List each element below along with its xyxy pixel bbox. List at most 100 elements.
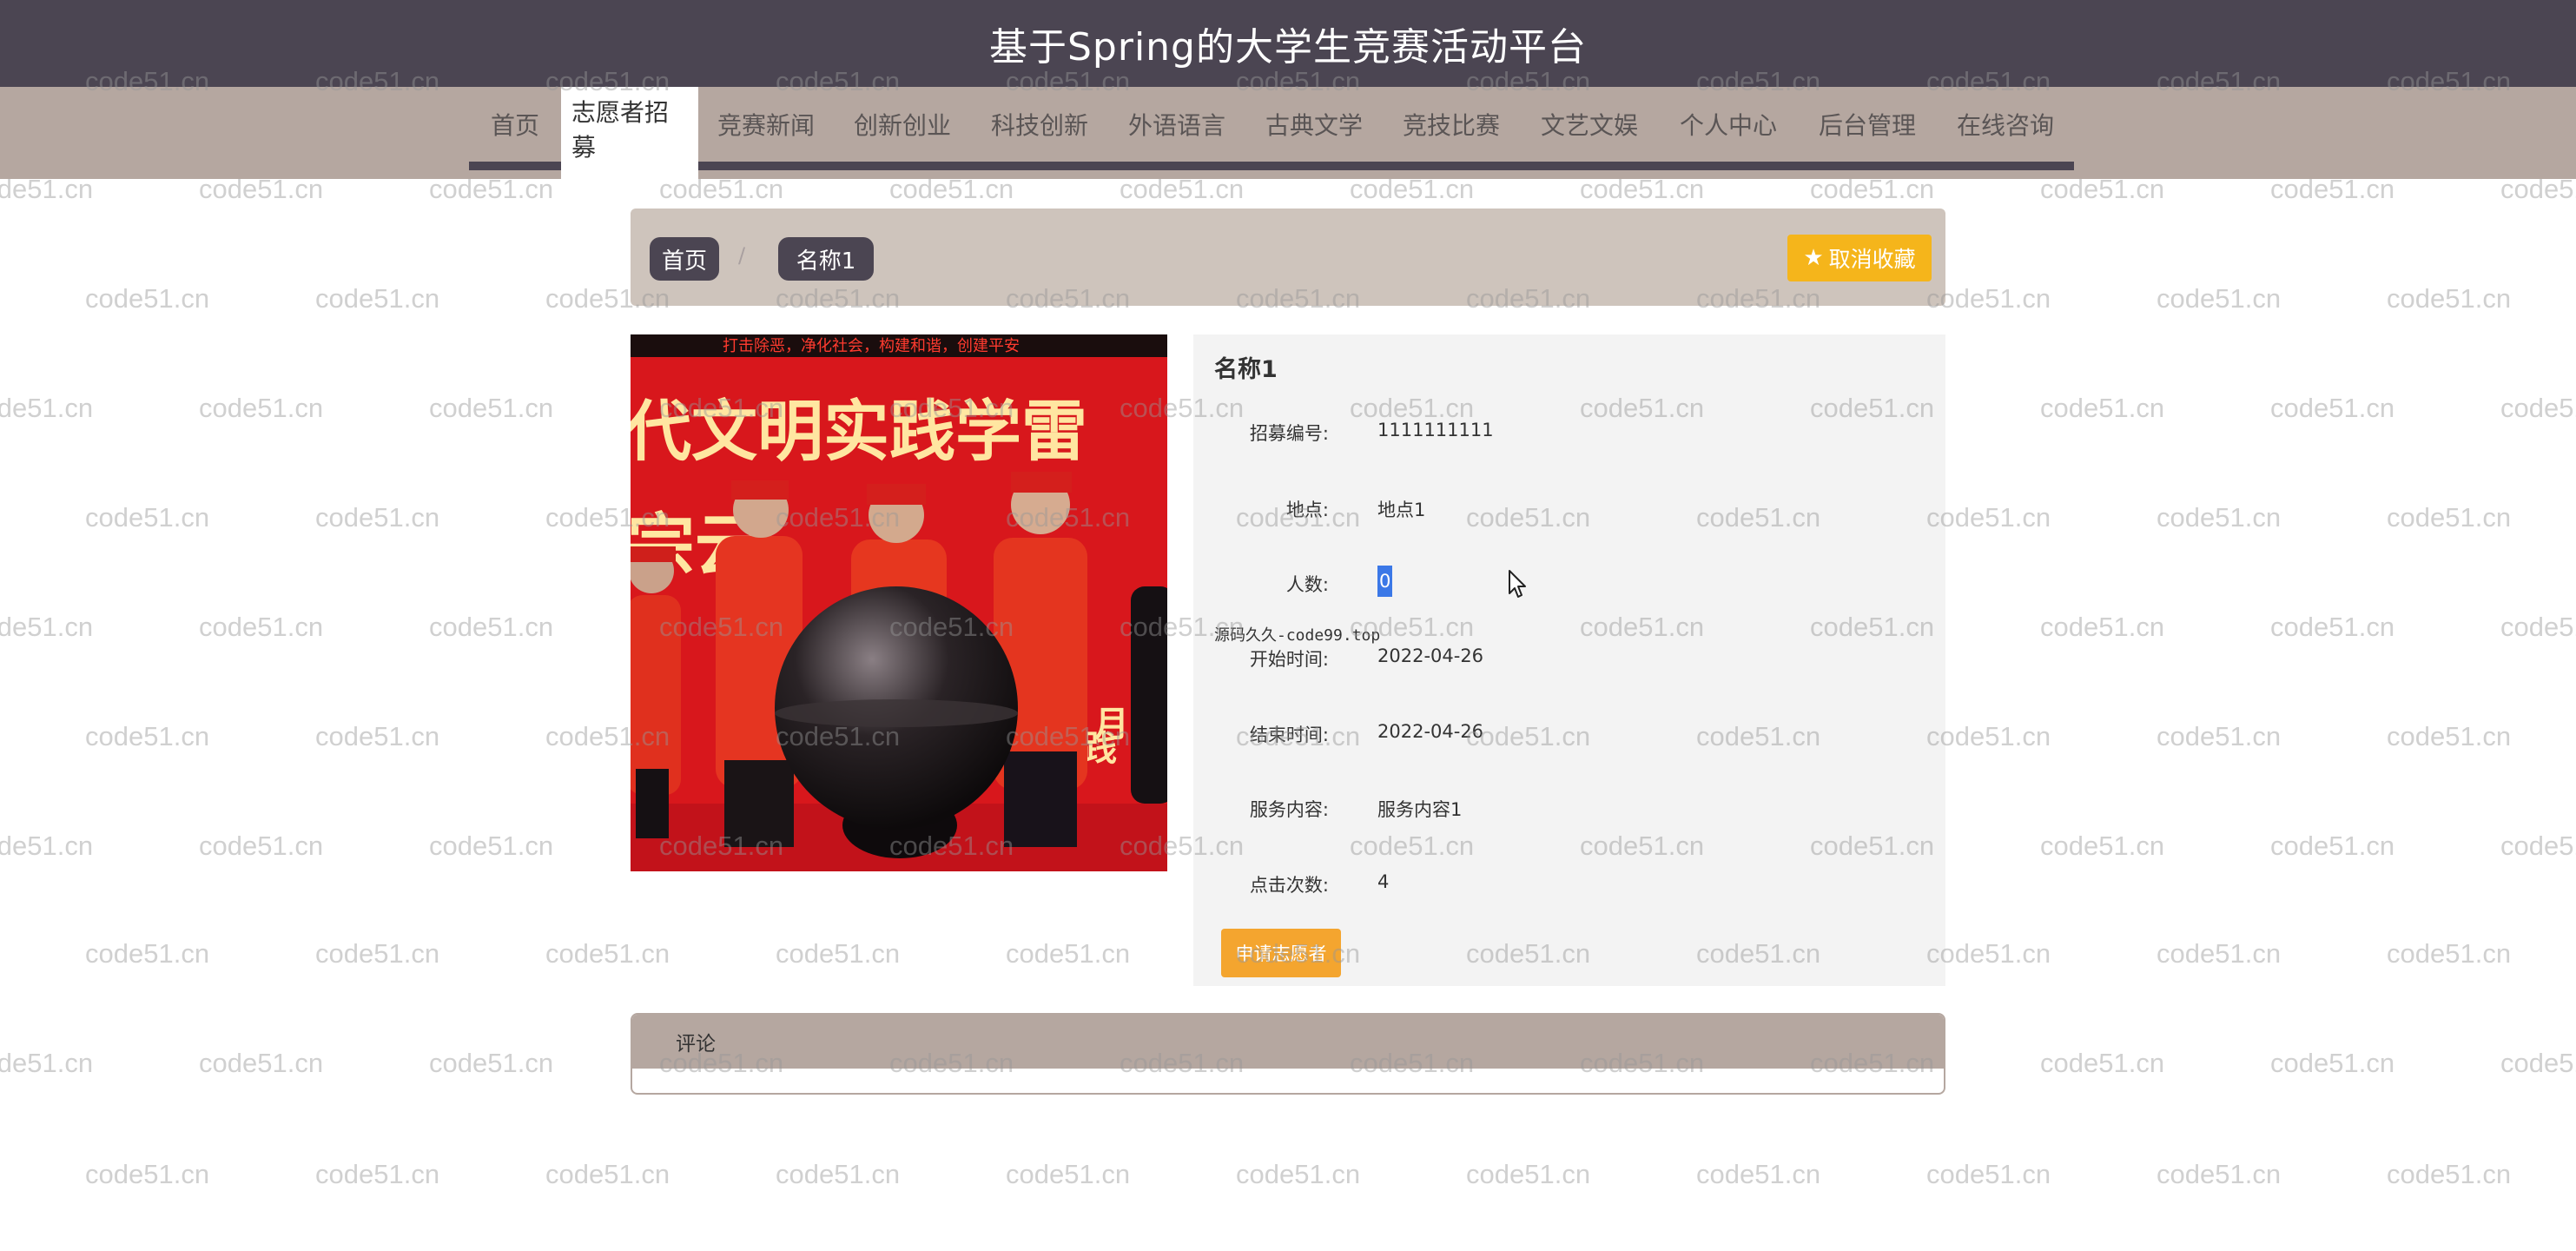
- people-count-label: 人数:: [1285, 574, 1329, 595]
- nav-item-consult[interactable]: 在线咨询: [1937, 87, 2074, 170]
- watermark-text: code51.cn: [776, 1159, 901, 1189]
- watermark-text: code51.cn: [315, 502, 440, 533]
- watermark-text: code51.cn: [1926, 1159, 2051, 1189]
- watermark-text: code51.cn: [315, 721, 440, 751]
- watermark-text: code51.cn: [1236, 1159, 1361, 1189]
- nav-item-label: 后台管理: [1818, 111, 1916, 140]
- watermark-text: code51.cn: [2157, 502, 2282, 533]
- start-time-label: 开始时间:: [1249, 649, 1329, 670]
- nav-item-admin[interactable]: 后台管理: [1798, 87, 1937, 170]
- watermark-text: code51.cn: [85, 1159, 210, 1189]
- nav-item-home[interactable]: 首页: [469, 87, 561, 170]
- main-nav: 首页 志愿者招募 竞赛新闻 创新创业 科技创新 外语语言 古典文学 竞技比赛 文…: [469, 87, 2074, 179]
- watermark-text: code51.cn: [429, 831, 554, 861]
- watermark-text: code51.cn: [0, 1048, 94, 1078]
- watermark-text: code51.cn: [429, 393, 554, 423]
- mouse-cursor-icon: [1509, 570, 1526, 598]
- click-count-value: 4: [1377, 871, 1390, 892]
- breadcrumb-home-label: 首页: [661, 248, 707, 275]
- breadcrumb-current[interactable]: 名称1: [778, 237, 874, 281]
- nav-item-literature[interactable]: 古典文学: [1245, 87, 1383, 170]
- watermark-text: code51.cn: [315, 938, 440, 969]
- watermark-text: code51.cn: [2500, 1048, 2576, 1078]
- end-time-value: 2022-04-26: [1377, 721, 1484, 742]
- watermark-text: code51.cn: [2040, 393, 2165, 423]
- nav-item-label: 科技创新: [990, 111, 1088, 140]
- watermark-text: code51.cn: [2270, 1048, 2395, 1078]
- watermark-text: code51.cn: [2387, 721, 2512, 751]
- watermark-text: code51.cn: [2387, 1159, 2512, 1189]
- detail-title: 名称1: [1214, 356, 1278, 383]
- watermark-text: code51.cn: [199, 1048, 324, 1078]
- recruit-no-label: 招募编号:: [1249, 423, 1329, 444]
- watermark-text: code51.cn: [315, 1159, 440, 1189]
- location-label: 地点:: [1285, 500, 1329, 520]
- recruit-no-value: 1111111111: [1377, 420, 1494, 440]
- detail-panel: 名称1 招募编号: 1111111111 地点: 地点1 人数: 0 开始时间:…: [1193, 334, 1945, 986]
- star-icon: ★: [1803, 245, 1824, 271]
- unfavorite-button[interactable]: ★ 取消收藏: [1787, 235, 1932, 281]
- nav-item-label: 外语语言: [1127, 111, 1225, 140]
- breadcrumb-separator: /: [738, 243, 746, 268]
- watermark-text: code51.cn: [2387, 283, 2512, 314]
- photo-banner-text: 打击除恶，净化社会，构建和谐，创建平安: [723, 337, 1020, 355]
- watermark-text: code51.cn: [2040, 1048, 2165, 1078]
- watermark-text: code51.cn: [0, 831, 94, 861]
- location-value: 地点1: [1377, 500, 1426, 520]
- nav-item-profile[interactable]: 个人中心: [1659, 87, 1798, 170]
- people-count-selection: 0: [1377, 566, 1393, 597]
- click-count-label: 点击次数:: [1249, 875, 1329, 896]
- nav-item-tech[interactable]: 科技创新: [971, 87, 1108, 170]
- watermark-text: code51.cn: [2500, 393, 2576, 423]
- watermark-text: code51.cn: [776, 938, 901, 969]
- watermark-text: code51.cn: [2040, 831, 2165, 861]
- watermark-text: code51.cn: [2500, 831, 2576, 861]
- watermark-text: code51.cn: [2157, 721, 2282, 751]
- watermark-text: code51.cn: [1006, 1159, 1131, 1189]
- watermark-text: code51.cn: [2387, 502, 2512, 533]
- breadcrumb: 首页 / 名称1 ★ 取消收藏: [631, 208, 1945, 306]
- apply-volunteer-button[interactable]: 申请志愿者: [1221, 929, 1341, 977]
- nav-item-news[interactable]: 竞赛新闻: [698, 87, 834, 170]
- service-content-label: 服务内容:: [1249, 799, 1329, 820]
- watermark-text: code51.cn: [199, 393, 324, 423]
- watermark-text: code51.cn: [2387, 938, 2512, 969]
- nav-item-label: 竞赛新闻: [717, 111, 815, 140]
- service-content-value: 服务内容1: [1377, 799, 1463, 820]
- watermark-text: code51.cn: [85, 283, 210, 314]
- watermark-text: code51.cn: [85, 721, 210, 751]
- nav-item-language[interactable]: 外语语言: [1108, 87, 1245, 170]
- watermark-text: code51.cn: [545, 1159, 670, 1189]
- breadcrumb-home[interactable]: 首页: [650, 237, 719, 281]
- watermark-text: code51.cn: [2040, 612, 2165, 642]
- watermark-text: code51.cn: [429, 612, 554, 642]
- nav-item-label: 竞技比赛: [1402, 111, 1500, 140]
- breadcrumb-current-label: 名称1: [796, 248, 856, 275]
- end-time-label: 结束时间:: [1249, 725, 1329, 745]
- watermark-text: code51.cn: [2157, 1159, 2282, 1189]
- photo-slogan-text-4: 月: [1094, 704, 1129, 745]
- people-count-value: 0: [1377, 566, 1393, 597]
- apply-volunteer-label: 申请志愿者: [1235, 943, 1327, 964]
- nav-item-label: 首页: [490, 111, 539, 140]
- comments-header: 评论: [632, 1015, 1944, 1069]
- comments-section: 评论: [631, 1013, 1945, 1095]
- nav-item-label: 文艺文娱: [1540, 111, 1638, 140]
- start-time-value: 2022-04-26: [1377, 645, 1484, 666]
- watermark-text: code51.cn: [2157, 938, 2282, 969]
- watermark-text: code51.cn: [199, 831, 324, 861]
- nav-item-label: 古典文学: [1265, 111, 1363, 140]
- nav-item-arts[interactable]: 文艺文娱: [1520, 87, 1659, 170]
- nav-item-competition[interactable]: 竞技比赛: [1383, 87, 1520, 170]
- nav-item-volunteer[interactable]: 志愿者招募: [561, 87, 698, 179]
- watermark-text: code51.cn: [1696, 1159, 1821, 1189]
- watermark-text: code51.cn: [2270, 831, 2395, 861]
- nav-item-label: 个人中心: [1679, 111, 1777, 140]
- unfavorite-label: 取消收藏: [1828, 247, 1916, 272]
- watermark-text: code51.cn: [85, 938, 210, 969]
- site-title: 基于Spring的大学生竞赛活动平台: [989, 25, 1587, 70]
- watermark-text: code51.cn: [2270, 612, 2395, 642]
- watermark-text: code51.cn: [315, 283, 440, 314]
- nav-item-innovation[interactable]: 创新创业: [834, 87, 971, 170]
- watermark-text: code51.cn: [429, 1048, 554, 1078]
